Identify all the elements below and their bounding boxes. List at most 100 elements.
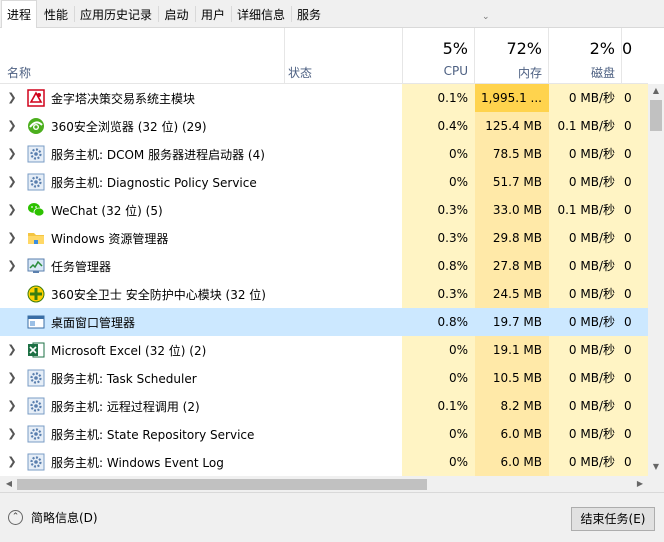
process-memory: 6.0 MB [475,448,549,476]
expand-chevron-icon[interactable]: ❯ [6,455,18,469]
shield-360-icon [27,285,45,303]
process-cpu: 0.1% [402,392,475,420]
disk-column-header[interactable]: 2% 磁盘 [549,28,622,83]
horizontal-scroll-thumb[interactable] [17,479,427,490]
process-network: 0 [622,280,648,308]
service-gear-icon [27,453,45,471]
process-row[interactable]: ❯ 服务主机: State Repository Service 0% 6.0 MB 0… [0,420,648,448]
process-disk: 0 MB/秒 [549,364,622,392]
footer: ⌃ 简略信息(D) 结束任务(E) [0,492,664,542]
fewer-details-link[interactable]: ⌃ 简略信息(D) [8,509,98,526]
expand-chevron-icon[interactable]: ❯ [6,371,18,385]
process-network: 0 [622,392,648,420]
service-gear-icon [27,397,45,415]
process-disk: 0 MB/秒 [549,308,622,336]
memory-total-percent: 72% [506,39,542,58]
expand-chevron-icon[interactable]: ❯ [6,343,18,357]
process-row[interactable]: ❯ 服务主机: Windows Event Log 0% 6.0 MB 0 MB/秒 0 [0,448,648,476]
process-cpu: 0% [402,420,475,448]
process-cpu: 0% [402,336,475,364]
process-network: 0 [622,168,648,196]
process-disk: 0 MB/秒 [549,280,622,308]
process-network: 0 [622,308,648,336]
process-network: 0 [622,448,648,476]
expand-chevron-icon[interactable]: ❯ [6,259,18,273]
process-list: ❯ 金字塔决策交易系统主模块 0.1% 1,995.1 ... 0 MB/秒 0 ❯ 360安… [0,84,648,476]
process-row[interactable]: ❯ Windows 资源管理器 0.3% 29.8 MB 0 MB/秒 0 [0,224,648,252]
process-network: 0 [622,140,648,168]
process-disk: 0.1 MB/秒 [549,112,622,140]
process-memory: 6.0 MB [475,420,549,448]
process-name: 服务主机: State Repository Service [51,428,255,442]
vertical-scroll-thumb[interactable] [650,100,662,131]
tab-startup[interactable]: 启动 [159,3,194,26]
process-memory: 33.0 MB [475,196,549,224]
service-gear-icon [27,369,45,387]
chevron-up-icon: ⌃ [8,510,23,525]
scroll-up-icon[interactable]: ▲ [648,86,664,95]
vertical-scrollbar[interactable] [648,84,664,476]
memory-column-header[interactable]: 72% 内存 [475,28,549,83]
process-network: 0 [622,364,648,392]
process-name: Microsoft Excel (32 位) (2) [51,344,207,358]
status-column-header[interactable]: 状态 [284,28,403,83]
process-cpu: 0.8% [402,252,475,280]
process-disk: 0 MB/秒 [549,392,622,420]
scroll-left-icon[interactable]: ◀ [1,479,17,488]
tab-app-history[interactable]: 应用历史记录 [75,3,157,26]
process-row[interactable]: ❯ 服务主机: 远程过程调用 (2) 0.1% 8.2 MB 0 MB/秒 0 [0,392,648,420]
expand-chevron-icon[interactable]: ❯ [6,175,18,189]
process-memory: 19.7 MB [475,308,549,336]
expand-chevron-icon[interactable]: ❯ [6,399,18,413]
process-network: 0 [622,112,648,140]
process-disk: 0 MB/秒 [549,420,622,448]
process-cpu: 0.3% [402,224,475,252]
process-row[interactable]: ❯ 服务主机: Task Scheduler 0% 10.5 MB 0 MB/秒 0 [0,364,648,392]
tab-processes[interactable]: 进程 [1,0,37,28]
cpu-column-header[interactable]: 5% CPU [402,28,475,83]
expand-chevron-icon[interactable]: ❯ [6,203,18,217]
process-row[interactable]: ❯ 金字塔决策交易系统主模块 0.1% 1,995.1 ... 0 MB/秒 0 [0,84,648,112]
tab-details[interactable]: 详细信息 [232,3,290,26]
name-column-header[interactable]: 名称 [0,28,285,83]
tab-users[interactable]: 用户 [196,3,230,26]
end-task-button[interactable]: 结束任务(E) [571,507,655,531]
process-memory: 24.5 MB [475,280,549,308]
process-row[interactable]: 360安全卫士 安全防护中心模块 (32 位) 0.3% 24.5 MB 0 MB/秒… [0,280,648,308]
process-row[interactable]: 桌面窗口管理器 0.8% 19.7 MB 0 MB/秒 0 [0,308,648,336]
sort-descending-icon: ⌄ [482,12,490,22]
process-row[interactable]: ❯ 任务管理器 0.8% 27.8 MB 0 MB/秒 0 [0,252,648,280]
process-row[interactable]: ❯ 360安全浏览器 (32 位) (29) 0.4% 125.4 MB 0.1 MB/… [0,112,648,140]
network-column-header[interactable]: 0 [622,28,648,83]
process-disk: 0 MB/秒 [549,224,622,252]
process-name: 金字塔决策交易系统主模块 [51,92,196,106]
process-cpu: 0.4% [402,112,475,140]
process-row[interactable]: ❯ Microsoft Excel (32 位) (2) 0% 19.1 MB 0 MB… [0,336,648,364]
process-row[interactable]: ❯ WeChat (32 位) (5) 0.3% 33.0 MB 0.1 MB/秒 0 [0,196,648,224]
process-network: 0 [622,224,648,252]
expand-chevron-icon[interactable]: ❯ [6,91,18,105]
process-network: 0 [622,420,648,448]
disk-total-percent: 2% [589,39,615,58]
process-cpu: 0.3% [402,280,475,308]
wechat-icon [27,201,45,219]
tab-performance[interactable]: 性能 [39,3,73,26]
browser-360-icon [27,117,45,135]
process-row[interactable]: ❯ 服务主机: DCOM 服务器进程启动器 (4) 0% 78.5 MB 0 MB/秒 0 [0,140,648,168]
folder-icon [27,229,45,247]
process-disk: 0 MB/秒 [549,336,622,364]
expand-chevron-icon[interactable]: ❯ [6,147,18,161]
expand-chevron-icon[interactable]: ❯ [6,231,18,245]
expand-chevron-icon[interactable]: ❯ [6,427,18,441]
process-name: 桌面窗口管理器 [51,316,136,330]
process-memory: 27.8 MB [475,252,549,280]
process-row[interactable]: ❯ 服务主机: Diagnostic Policy Service 0% 51.7 M… [0,168,648,196]
scroll-down-icon[interactable]: ▼ [648,462,664,471]
scroll-right-icon[interactable]: ▶ [632,479,648,488]
process-name: 服务主机: Diagnostic Policy Service [51,176,257,190]
process-disk: 0 MB/秒 [549,448,622,476]
process-memory: 1,995.1 ... [475,84,549,112]
tab-services[interactable]: 服务 [292,3,326,26]
process-name: 服务主机: 远程过程调用 (2) [51,400,200,414]
expand-chevron-icon[interactable]: ❯ [6,119,18,133]
